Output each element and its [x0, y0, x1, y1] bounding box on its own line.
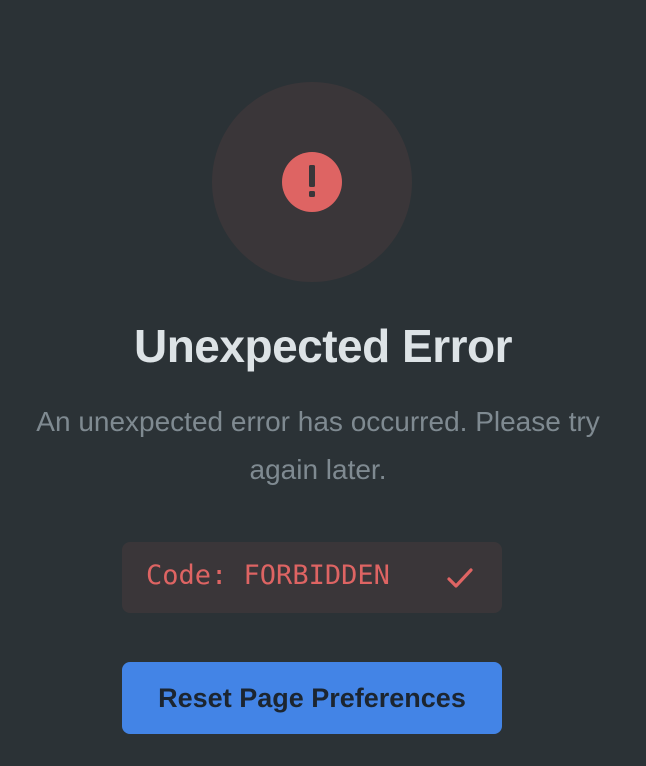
- alert-circle-icon: [282, 152, 342, 212]
- error-code-label: Code:: [146, 560, 228, 591]
- error-code-text: Code: FORBIDDEN: [146, 542, 390, 610]
- error-code-box: Code: FORBIDDEN: [122, 542, 502, 613]
- check-icon[interactable]: [444, 562, 476, 594]
- error-panel: Unexpected Error An unexpected error has…: [0, 0, 646, 766]
- error-message: An unexpected error has occurred. Please…: [36, 406, 600, 485]
- reset-page-preferences-button[interactable]: Reset Page Preferences: [122, 662, 502, 734]
- error-code-value: FORBIDDEN: [243, 560, 390, 591]
- error-icon-circle: [212, 82, 412, 282]
- error-title: Unexpected Error: [133, 320, 513, 372]
